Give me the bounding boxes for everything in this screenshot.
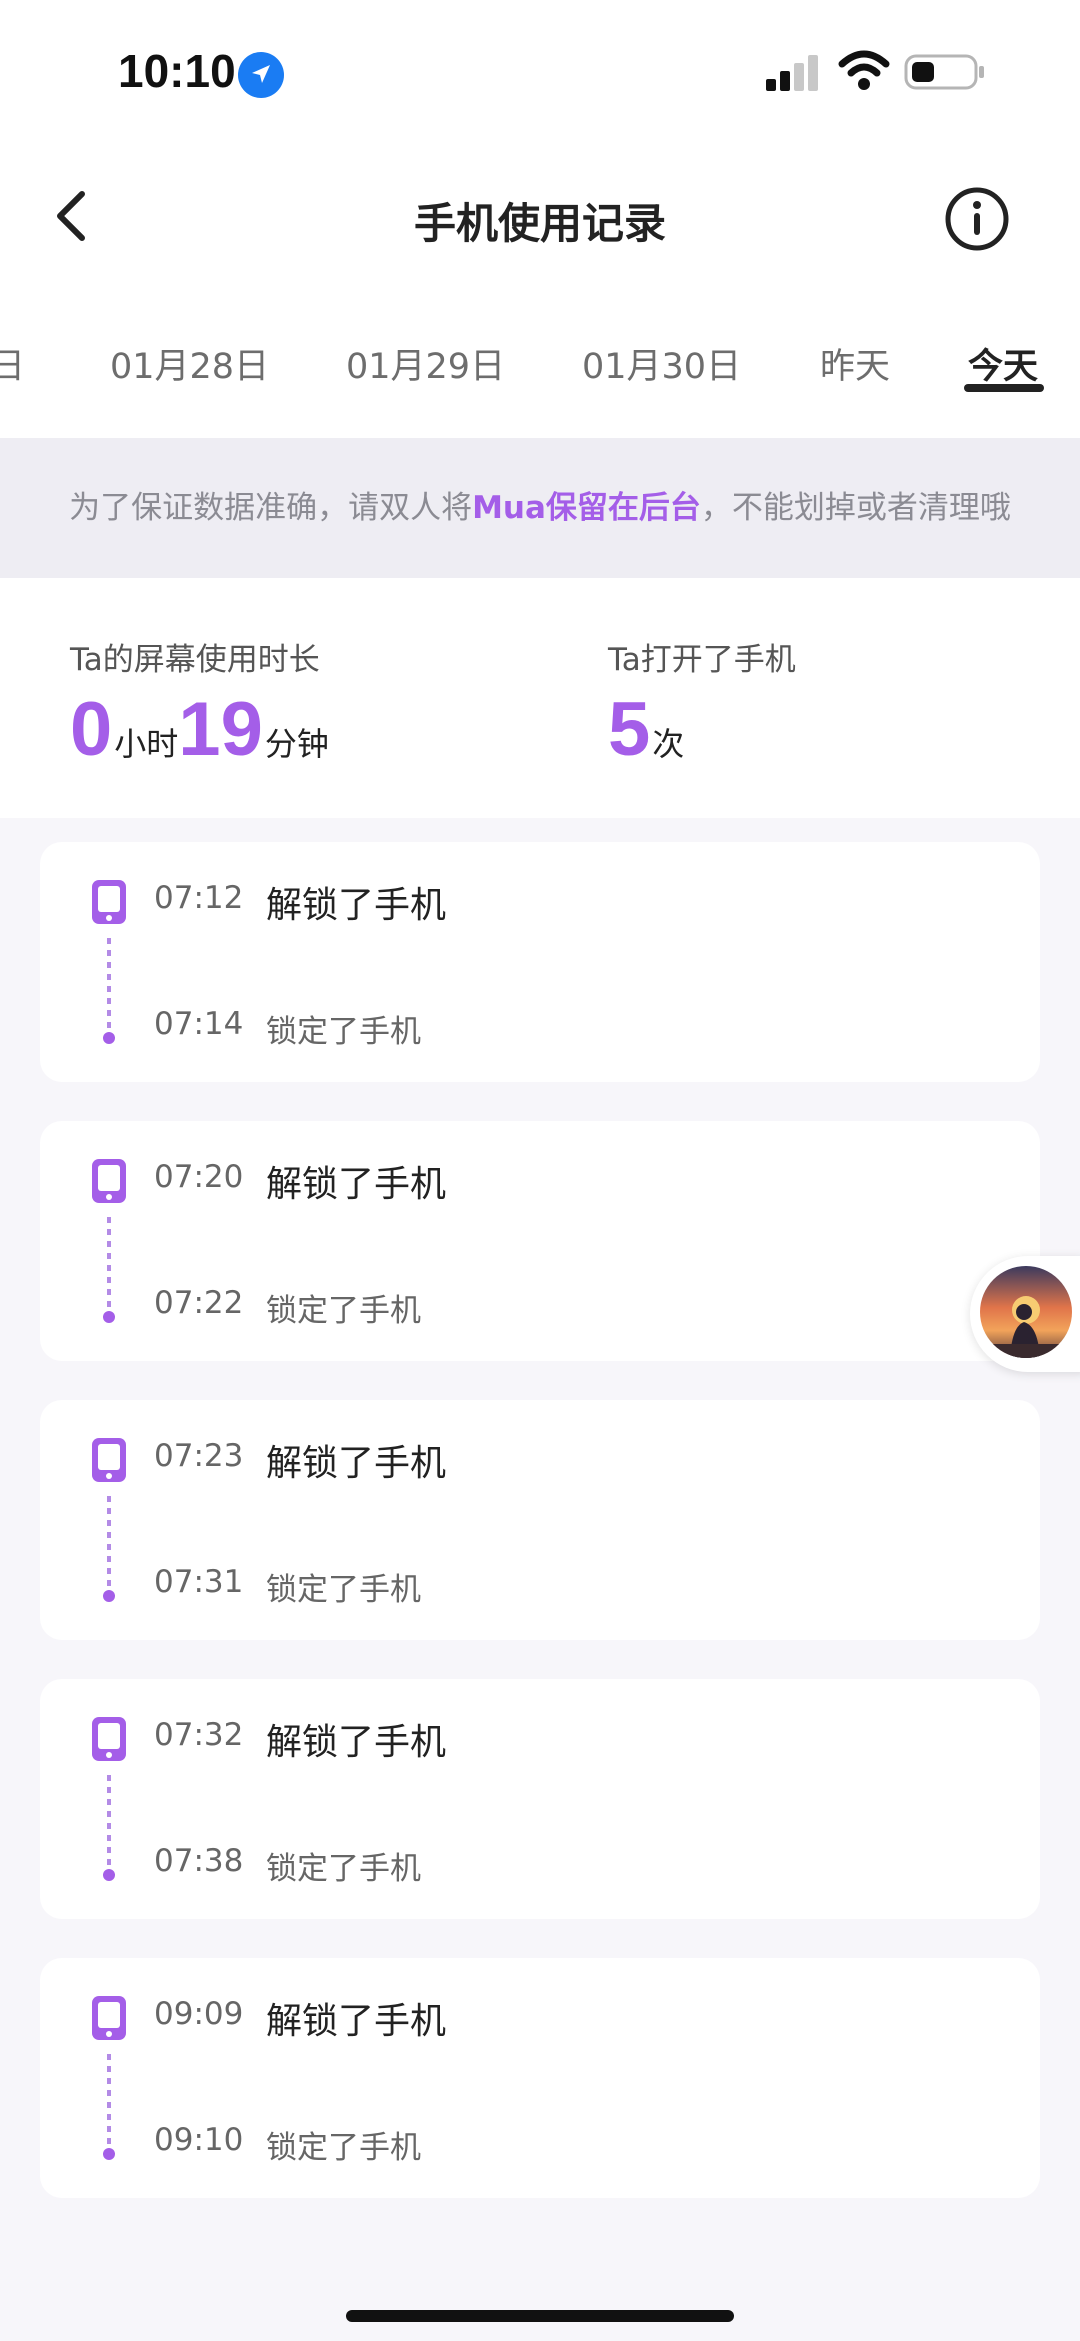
unlock-time: 07:12	[154, 880, 244, 916]
info-icon[interactable]	[944, 186, 1010, 252]
timeline-end-dot	[103, 1869, 115, 1881]
tab-0129[interactable]: 01月29日	[346, 338, 505, 389]
lock-text: 锁定了手机	[266, 1851, 421, 1887]
opens-value: 5	[608, 687, 651, 772]
unlock-time: 09:09	[154, 1996, 244, 2032]
phone-icon	[92, 1159, 126, 1203]
record-card[interactable]: 07:20 解锁了手机 07:22 锁定了手机	[40, 1121, 1040, 1361]
tab-0128[interactable]: 01月28日	[110, 338, 269, 389]
record-card[interactable]: 07:12 解锁了手机 07:14 锁定了手机	[40, 842, 1040, 1082]
lock-time: 07:38	[154, 1843, 244, 1879]
timeline-end-dot	[103, 2148, 115, 2160]
unlock-time: 07:32	[154, 1717, 244, 1753]
phone-icon	[92, 1996, 126, 2040]
phone-icon	[92, 880, 126, 924]
tab-date-partial[interactable]: 日	[0, 338, 25, 389]
record-card[interactable]: 07:32 解锁了手机 07:38 锁定了手机	[40, 1679, 1040, 1919]
record-card[interactable]: 09:09 解锁了手机 09:10 锁定了手机	[40, 1958, 1040, 2198]
unlock-text: 解锁了手机	[266, 1443, 447, 1484]
screen-time-label: Ta的屏幕使用时长	[70, 642, 320, 678]
lock-text: 锁定了手机	[266, 1293, 421, 1329]
timeline-end-dot	[103, 1590, 115, 1602]
unlock-text: 解锁了手机	[266, 885, 447, 926]
home-indicator	[346, 2310, 734, 2322]
status-bar: 10:10	[0, 0, 1080, 140]
unlock-time: 07:20	[154, 1159, 244, 1195]
wifi-icon	[838, 50, 890, 90]
stats-panel: Ta的屏幕使用时长 0小时19分钟 Ta打开了手机 5次	[0, 578, 1080, 818]
notice-prefix: 为了保证数据准确，请双人将	[69, 490, 473, 526]
lock-time: 07:22	[154, 1285, 244, 1321]
tab-today[interactable]: 今天	[968, 338, 1038, 389]
opens-value-group: 5次	[608, 686, 684, 773]
signal-icon	[766, 55, 818, 91]
tab-0130[interactable]: 01月30日	[582, 338, 741, 389]
record-card[interactable]: 07:23 解锁了手机 07:31 锁定了手机	[40, 1400, 1040, 1640]
notice-highlight: Mua保留在后台	[472, 490, 701, 526]
active-tab-indicator	[964, 384, 1044, 392]
opens-unit: 次	[652, 725, 685, 763]
lock-text: 锁定了手机	[266, 1572, 421, 1608]
location-icon	[238, 52, 284, 98]
phone-icon	[92, 1438, 126, 1482]
hours-unit: 小时	[114, 725, 179, 763]
minutes-unit: 分钟	[264, 725, 329, 763]
notice-suffix: ，不能划掉或者清理哦	[700, 490, 1011, 526]
minutes-value: 19	[178, 687, 263, 772]
timeline-connector	[107, 938, 111, 1030]
tab-yesterday[interactable]: 昨天	[820, 338, 890, 389]
battery-icon	[904, 54, 984, 90]
timeline-connector	[107, 1217, 111, 1309]
timeline-end-dot	[103, 1311, 115, 1323]
timeline-connector	[107, 1496, 111, 1588]
timeline-connector	[107, 2054, 111, 2146]
lock-time: 07:14	[154, 1006, 244, 1042]
lock-time: 09:10	[154, 2122, 244, 2158]
notice-banner: 为了保证数据准确，请双人将Mua保留在后台，不能划掉或者清理哦	[0, 438, 1080, 578]
lock-text: 锁定了手机	[266, 1014, 421, 1050]
status-time: 10:10	[118, 45, 236, 97]
screen-time-value: 0小时19分钟	[70, 686, 329, 773]
floating-avatar-button[interactable]	[970, 1256, 1080, 1372]
page-title: 手机使用记录	[413, 199, 666, 248]
unlock-text: 解锁了手机	[266, 1722, 447, 1763]
lock-time: 07:31	[154, 1564, 244, 1600]
date-tabs: 日 01月28日 01月29日 01月30日 昨天 今天	[0, 290, 1080, 438]
avatar	[980, 1266, 1072, 1358]
opens-label: Ta打开了手机	[608, 642, 796, 678]
lock-text: 锁定了手机	[266, 2130, 421, 2166]
unlock-time: 07:23	[154, 1438, 244, 1474]
unlock-text: 解锁了手机	[266, 1164, 447, 1205]
unlock-text: 解锁了手机	[266, 2001, 447, 2042]
hours-value: 0	[70, 687, 113, 772]
phone-icon	[92, 1717, 126, 1761]
timeline-connector	[107, 1775, 111, 1867]
timeline-end-dot	[103, 1032, 115, 1044]
